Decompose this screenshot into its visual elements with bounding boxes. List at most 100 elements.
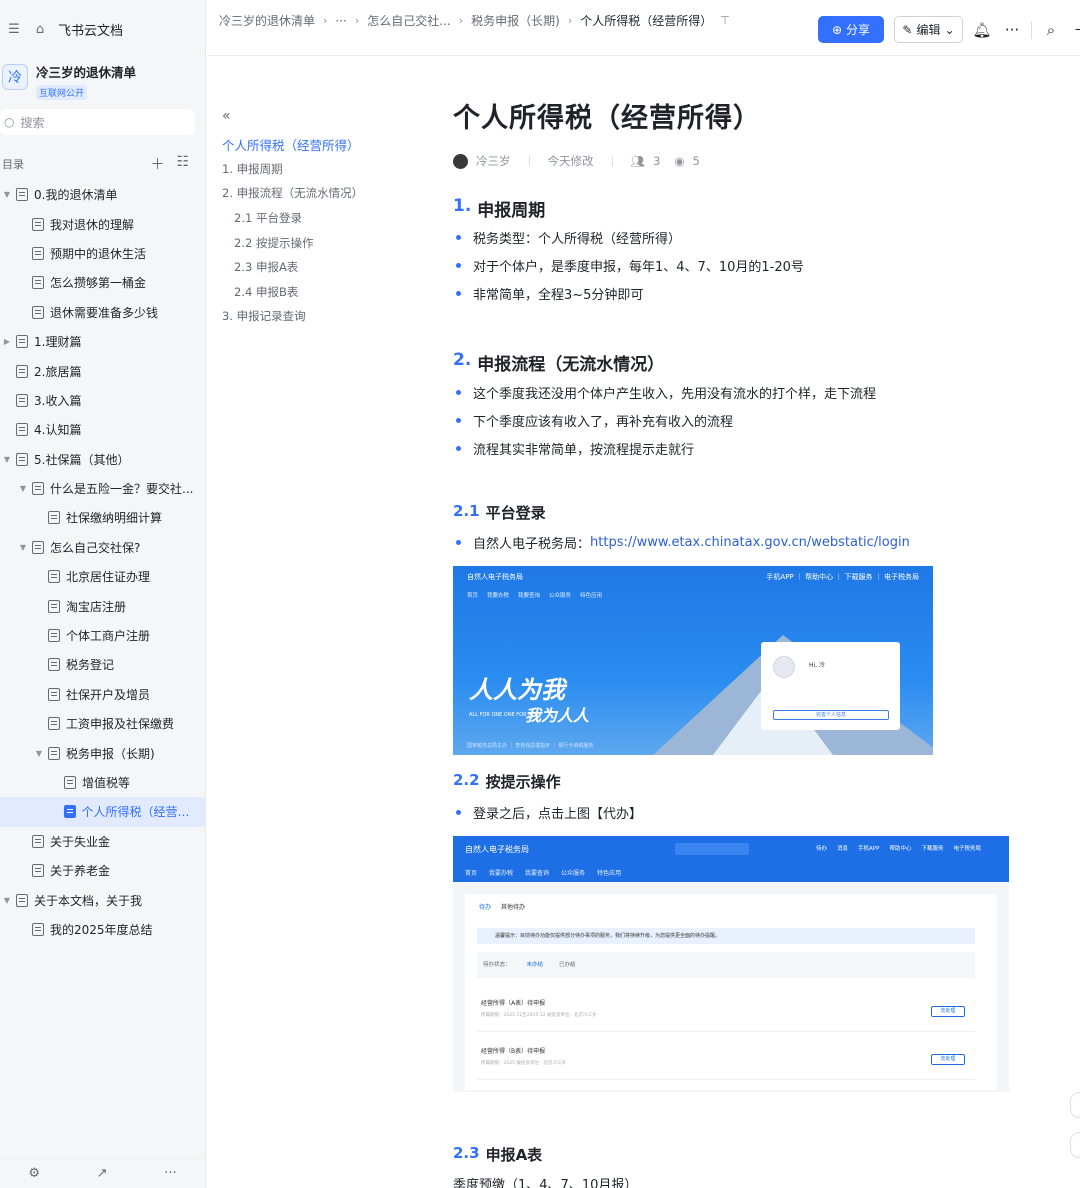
shot-row-sub: 所属期限：2025 被投资单位：北京冷三岁: [481, 1061, 566, 1066]
sidebar-tree-item[interactable]: 社保缴纳明细计算: [0, 503, 205, 532]
brand-name[interactable]: 飞书云文档: [58, 20, 123, 39]
sidebar-tree-item[interactable]: 预期中的退休生活: [0, 239, 205, 268]
sidebar-tree-item[interactable]: ▼ 0.我的退休清单: [0, 180, 205, 209]
toc-item[interactable]: 2.2 按提示操作: [222, 230, 422, 255]
sidebar-tree-item[interactable]: 个体工商户注册: [0, 621, 205, 650]
shot-panel: 待办 其他待办 温馨提示：目前待办功能仅提供部分待办事项的服务，我们将持续升级，…: [465, 894, 997, 1090]
sidebar-item-label: 1.理财篇: [34, 335, 82, 350]
document-icon: [48, 687, 60, 701]
document-icon: [32, 922, 44, 936]
home-icon[interactable]: ⌂: [32, 21, 48, 37]
settings-icon[interactable]: ⚙: [28, 1166, 40, 1181]
shot-top-links: 待办 消息 手机APP 帮助中心 下载服务 电子税务局: [816, 844, 981, 852]
sidebar-tree-item[interactable]: 增值税等: [0, 768, 205, 797]
sidebar-tree-item[interactable]: 我对退休的理解: [0, 209, 205, 238]
sidebar-tree-item[interactable]: ▶ 1.理财篇: [0, 327, 205, 356]
sidebar-tree-item[interactable]: 2.旅居篇: [0, 356, 205, 385]
toc-item[interactable]: 1. 申报周期: [222, 157, 422, 182]
wiki-header: 冷 冷三岁的退休清单 互联网公开: [0, 58, 205, 102]
side-float-button[interactable]: [1070, 1092, 1080, 1118]
pin-icon[interactable]: ⊤: [720, 14, 730, 27]
toc-item[interactable]: 2.4 申报B表: [222, 280, 422, 305]
sidebar-item-label: 怎么攒够第一桶金: [50, 276, 147, 291]
expand-caret-icon[interactable]: ▼: [18, 484, 28, 493]
toc-item[interactable]: 2. 申报流程（无流水情况）: [222, 181, 422, 206]
toc-item[interactable]: 个人所得税（经营所得）: [222, 132, 422, 157]
breadcrumb-item[interactable]: 怎么自己交社...: [367, 12, 450, 29]
toc-item[interactable]: 3. 申报记录查询: [222, 304, 422, 329]
shot-tab: 待办: [479, 904, 492, 911]
list-item: 下个季度应该有收入了，再补充有收入的流程: [453, 406, 1013, 434]
chevron-right-icon: ›: [323, 14, 328, 27]
more-icon[interactable]: ···: [1001, 21, 1023, 39]
sidebar-tree-item[interactable]: ▼ 关于本文档，关于我: [0, 885, 205, 914]
sidebar-item-label: 退休需要准备多少钱: [50, 305, 159, 320]
plus-icon[interactable]: ＋: [1070, 19, 1080, 40]
collapse-toc-icon[interactable]: «: [222, 108, 422, 124]
expand-caret-icon[interactable]: ▶: [2, 337, 12, 346]
expand-caret-icon[interactable]: ▼: [18, 543, 28, 552]
breadcrumb-item[interactable]: 冷三岁的退休清单: [219, 12, 315, 29]
sidebar-tree-item[interactable]: ▼ 怎么自己交社保?: [0, 533, 205, 562]
sidebar-tree-item[interactable]: 淘宝店注册: [0, 591, 205, 620]
globe-icon: ⊕: [831, 22, 843, 37]
etax-login-link[interactable]: https://www.etax.chinatax.gov.cn/webstat…: [590, 535, 910, 550]
share-out-icon[interactable]: ↗: [97, 1166, 108, 1181]
document-icon: [32, 834, 44, 848]
share-button[interactable]: ⊕ 分享: [818, 16, 884, 43]
toc-item[interactable]: 2.3 申报A表: [222, 255, 422, 280]
sidebar-tree-item[interactable]: 3.收入篇: [0, 386, 205, 415]
more-icon[interactable]: ···: [164, 1166, 176, 1181]
sidebar-tree-item[interactable]: 4.认知篇: [0, 415, 205, 444]
list-view-icon[interactable]: ☷: [176, 154, 189, 174]
paragraph: 季度预缴（1、4、7、10月报）: [453, 1178, 638, 1188]
sidebar-tree-item[interactable]: 北京居住证办理: [0, 562, 205, 591]
search-input[interactable]: ○ 搜索: [0, 109, 195, 135]
sidebar-tree-item[interactable]: ▼ 什么是五险一金？要交社...: [0, 474, 205, 503]
heading-text: 平台登录: [485, 504, 546, 522]
side-float-button[interactable]: [1070, 1132, 1080, 1158]
sidebar-tree-item[interactable]: ▼ 5.社保篇（其他）: [0, 445, 205, 474]
search-icon[interactable]: ⌕: [1040, 21, 1062, 39]
sidebar-item-label: 增值税等: [82, 776, 131, 790]
collapse-sidebar-icon[interactable]: ☰: [6, 21, 22, 37]
expand-caret-icon[interactable]: ▼: [34, 749, 44, 758]
list-item: 非常简单，全程3~5分钟即可: [453, 279, 1013, 307]
add-page-icon[interactable]: ＋: [150, 154, 164, 174]
expand-caret-icon[interactable]: ▼: [2, 455, 12, 464]
expand-caret-icon[interactable]: ▼: [2, 896, 12, 905]
sidebar-item-label: 我对退休的理解: [50, 217, 135, 232]
sidebar-tree-item[interactable]: ▼ 税务申报（长期): [0, 738, 205, 767]
sidebar-tree-item[interactable]: 我的2025年度总结: [0, 915, 205, 944]
breadcrumb-item[interactable]: 税务申报（长期): [471, 12, 560, 29]
avatar[interactable]: [453, 153, 468, 169]
heading-number: 2.: [453, 350, 472, 370]
sidebar-tree-item[interactable]: 关于养老金: [0, 856, 205, 885]
sidebar-tree-item[interactable]: 退休需要准备多少钱: [0, 298, 205, 327]
shot-nav-item: 我要查询: [518, 593, 541, 599]
document-icon: [32, 217, 44, 231]
document-icon: [48, 746, 60, 760]
sidebar-item-label: 税务申报（长期): [66, 746, 155, 761]
directory-label: 目录: [2, 158, 24, 171]
expand-caret-icon[interactable]: ▼: [2, 190, 12, 199]
sidebar-tree-item[interactable]: 社保开户及增员: [0, 680, 205, 709]
document-icon: [32, 276, 44, 290]
sidebar-tree-item[interactable]: 个人所得税（经营所...: [0, 797, 205, 827]
sidebar-tree-item[interactable]: 工资申报及社保缴费: [0, 709, 205, 738]
sidebar-tree-item[interactable]: 怎么攒够第一桶金: [0, 268, 205, 297]
breadcrumb-ellipsis[interactable]: ···: [335, 14, 346, 28]
sidebar-tree-item[interactable]: 关于失业金: [0, 827, 205, 856]
sidebar-tree-item[interactable]: 税务登记: [0, 650, 205, 679]
bullet-list: 登录之后，点击上图【代办】: [453, 798, 1013, 826]
shot-nav: 首页 我要办税 我要查询 公众服务 特色应用: [453, 588, 933, 602]
toc-item[interactable]: 2.1 平台登录: [222, 206, 422, 231]
chevron-right-icon: ›: [567, 14, 573, 27]
author-name[interactable]: 冷三岁: [476, 153, 511, 169]
bell-icon[interactable]: 🔔︎: [971, 21, 993, 39]
shot-filter-option: 已办结: [559, 962, 576, 968]
shot-todo-row: 经营所得（A表）待申报 所属期限：2025-11至2025-12 被投资单位：北…: [477, 988, 975, 1032]
edit-button[interactable]: ✎ 编辑 ⌄: [894, 16, 963, 43]
wiki-title[interactable]: 冷三岁的退休清单: [36, 62, 136, 81]
shot-bottom-text: 国家税务总局主办 ｜ 李克强总理指示 ｜ 银行卡纳税服务: [467, 743, 594, 749]
